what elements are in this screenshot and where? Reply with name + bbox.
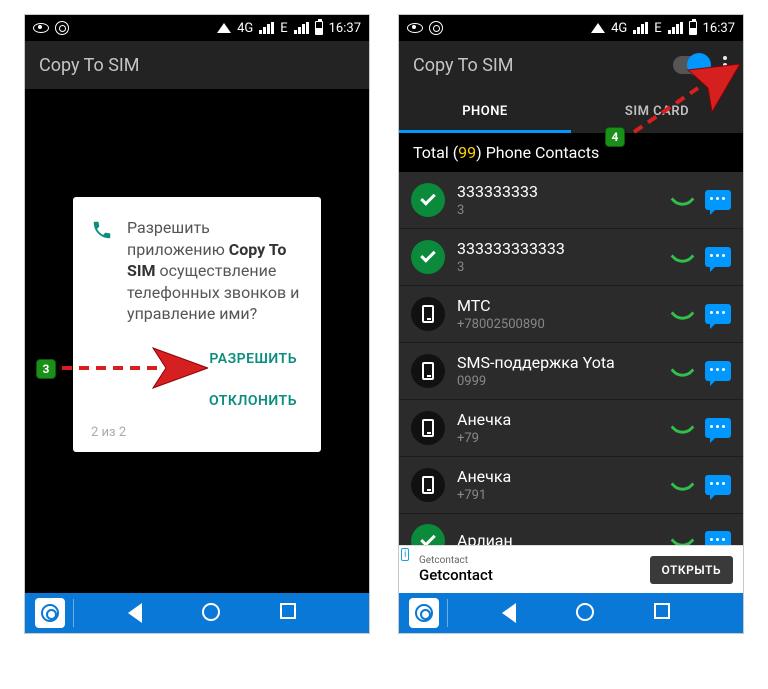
call-icon[interactable]	[673, 247, 693, 267]
home-button[interactable]	[576, 603, 594, 621]
teamviewer-status-icon	[429, 21, 443, 35]
recents-button[interactable]	[654, 603, 670, 619]
battery-icon	[689, 21, 697, 35]
device-icon	[411, 411, 445, 445]
call-icon[interactable]	[673, 418, 693, 438]
message-icon[interactable]	[705, 304, 731, 324]
app-bar: Copy To SIM	[25, 41, 369, 89]
status-bar: 4G E 16:37	[399, 15, 743, 41]
back-button[interactable]	[128, 603, 142, 623]
contact-name: МТС	[457, 296, 661, 315]
network-extra: E	[654, 21, 661, 36]
contact-number: +79	[457, 431, 661, 446]
signal-bars2-icon	[294, 22, 309, 34]
clock: 16:37	[703, 21, 735, 36]
message-icon[interactable]	[705, 418, 731, 438]
home-button[interactable]	[202, 603, 220, 621]
message-icon[interactable]	[705, 361, 731, 381]
message-icon[interactable]	[705, 190, 731, 210]
contact-name: 333333333	[457, 182, 661, 201]
phone-icon	[91, 219, 113, 241]
network-label: 4G	[611, 21, 627, 36]
callout-arrow-4	[628, 58, 748, 138]
phone-mockup-left: 4G E 16:37 Copy To SIM Разрешить приложе…	[24, 14, 370, 634]
message-icon[interactable]	[705, 475, 731, 495]
step-badge-4: 4	[605, 127, 625, 147]
navigation-bar	[399, 593, 743, 633]
contact-number: +78002500890	[457, 317, 661, 332]
teamviewer-nav-icon[interactable]	[409, 598, 439, 628]
dialog-message: Разрешить приложению Copy To SIM осущест…	[127, 217, 303, 325]
status-bar: 4G E 16:37	[25, 15, 369, 41]
selected-check-icon	[411, 183, 445, 217]
ad-subtitle: Getcontact	[419, 555, 650, 566]
back-button[interactable]	[502, 603, 516, 623]
contact-number: 3	[457, 203, 661, 218]
contact-row[interactable]: Анечка +791	[399, 457, 743, 514]
contact-list[interactable]: 33333333333333333333333МТС+78002500890SM…	[399, 172, 743, 566]
wifi-icon	[591, 23, 605, 33]
deny-button[interactable]: ОТКЛОНИТЬ	[203, 389, 303, 413]
callout-arrow-3	[58, 342, 208, 392]
network-extra: E	[280, 21, 287, 36]
device-icon	[411, 354, 445, 388]
eye-icon	[33, 23, 49, 33]
signal-bars-icon	[259, 22, 274, 34]
battery-icon	[315, 21, 323, 35]
tab-phone[interactable]: PHONE	[399, 89, 571, 133]
teamviewer-nav-icon[interactable]	[35, 598, 65, 628]
contact-name: SMS-поддержка Yota	[457, 353, 661, 372]
network-label: 4G	[237, 21, 253, 36]
eye-icon	[407, 23, 423, 33]
message-icon[interactable]	[705, 247, 731, 267]
signal-bars-icon	[633, 22, 648, 34]
allow-button[interactable]: РАЗРЕШИТЬ	[203, 347, 303, 371]
wifi-icon	[217, 23, 231, 33]
navigation-bar	[25, 593, 369, 633]
selected-check-icon	[411, 240, 445, 274]
device-icon	[411, 468, 445, 502]
contact-number: 3	[457, 260, 661, 275]
total-contacts-row: Total (99) Phone Contacts	[399, 133, 743, 172]
device-icon	[411, 297, 445, 331]
contact-row[interactable]: 3333333333	[399, 172, 743, 229]
step-badge-3: 3	[36, 359, 56, 379]
contact-name: 333333333333	[457, 239, 661, 258]
dialog-page-counter: 2 из 2	[91, 425, 303, 440]
recents-button[interactable]	[280, 603, 296, 619]
contact-row[interactable]: 3333333333333	[399, 229, 743, 286]
ad-info-icon[interactable]: i	[401, 548, 409, 561]
ad-title: Getcontact	[419, 566, 650, 584]
ad-open-button[interactable]: ОТКРЫТЬ	[650, 556, 733, 584]
permission-dialog: Разрешить приложению Copy To SIM осущест…	[73, 197, 321, 452]
clock: 16:37	[329, 21, 361, 36]
contact-row[interactable]: SMS-поддержка Yota 0999	[399, 343, 743, 400]
ad-banner[interactable]: i Getcontact Getcontact ОТКРЫТЬ	[399, 545, 743, 593]
contact-row[interactable]: Анечка +79	[399, 400, 743, 457]
call-icon[interactable]	[673, 304, 693, 324]
call-icon[interactable]	[673, 361, 693, 381]
call-icon[interactable]	[673, 475, 693, 495]
contact-name: Анечка	[457, 410, 661, 429]
contact-number: 0999	[457, 374, 661, 389]
call-icon[interactable]	[673, 190, 693, 210]
signal-bars2-icon	[668, 22, 683, 34]
app-title: Copy To SIM	[39, 55, 355, 76]
teamviewer-status-icon	[55, 21, 69, 35]
contact-name: Анечка	[457, 467, 661, 486]
contact-row[interactable]: МТС +78002500890	[399, 286, 743, 343]
contact-number: +791	[457, 488, 661, 503]
